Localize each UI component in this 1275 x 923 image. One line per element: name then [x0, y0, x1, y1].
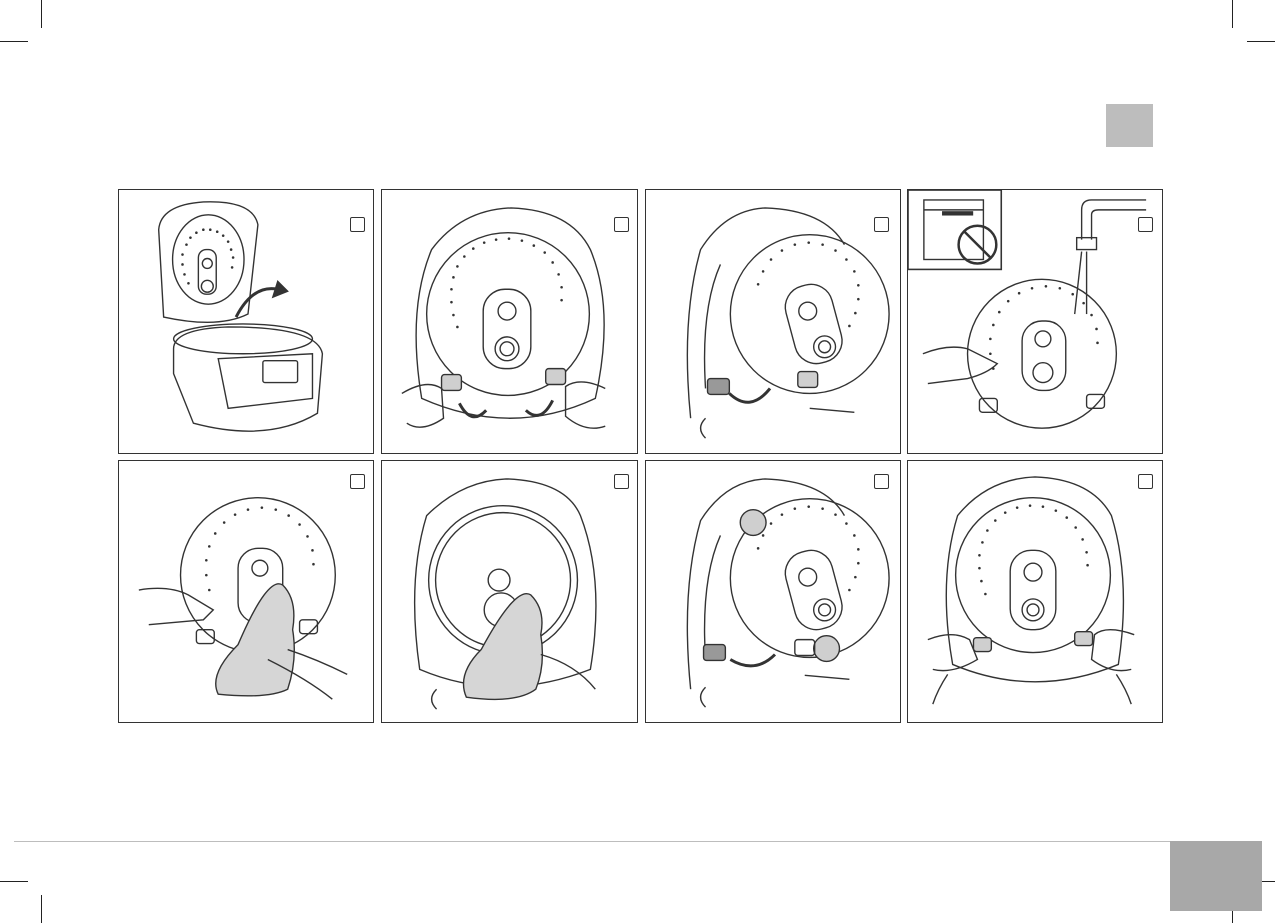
open-cooker-lid-arrow-icon — [157, 201, 324, 432]
no-dishwasher-rinse-under-tap-icon — [908, 190, 1147, 429]
wipe-inner-lid-cloth-icon — [138, 497, 348, 700]
figure-panel-8 — [907, 460, 1163, 723]
crop-mark — [1247, 41, 1275, 42]
figure-panel-3 — [645, 189, 901, 454]
inner-lid-removal-icon — [686, 207, 890, 439]
figure-panel-2 — [381, 189, 638, 454]
page-number-tab — [1170, 841, 1262, 911]
crop-mark — [0, 881, 28, 882]
figure-panel-4 — [907, 189, 1163, 454]
section-tab-marker — [1106, 104, 1153, 147]
crop-mark — [1232, 0, 1233, 28]
figure-panel-1 — [118, 189, 374, 454]
inner-lid-refit-icon — [686, 478, 890, 708]
inner-lid-release-tabs-icon — [401, 207, 606, 429]
footer-rule — [14, 841, 1262, 842]
crop-mark — [41, 0, 42, 28]
figure-panel-5 — [118, 460, 374, 723]
figure-panel-6 — [381, 460, 638, 723]
figure-panel-7 — [645, 460, 901, 723]
wipe-lid-cloth-icon — [413, 478, 597, 710]
inner-lid-clip-tabs-icon — [927, 476, 1135, 705]
crop-mark — [41, 895, 42, 923]
crop-mark — [0, 41, 28, 42]
